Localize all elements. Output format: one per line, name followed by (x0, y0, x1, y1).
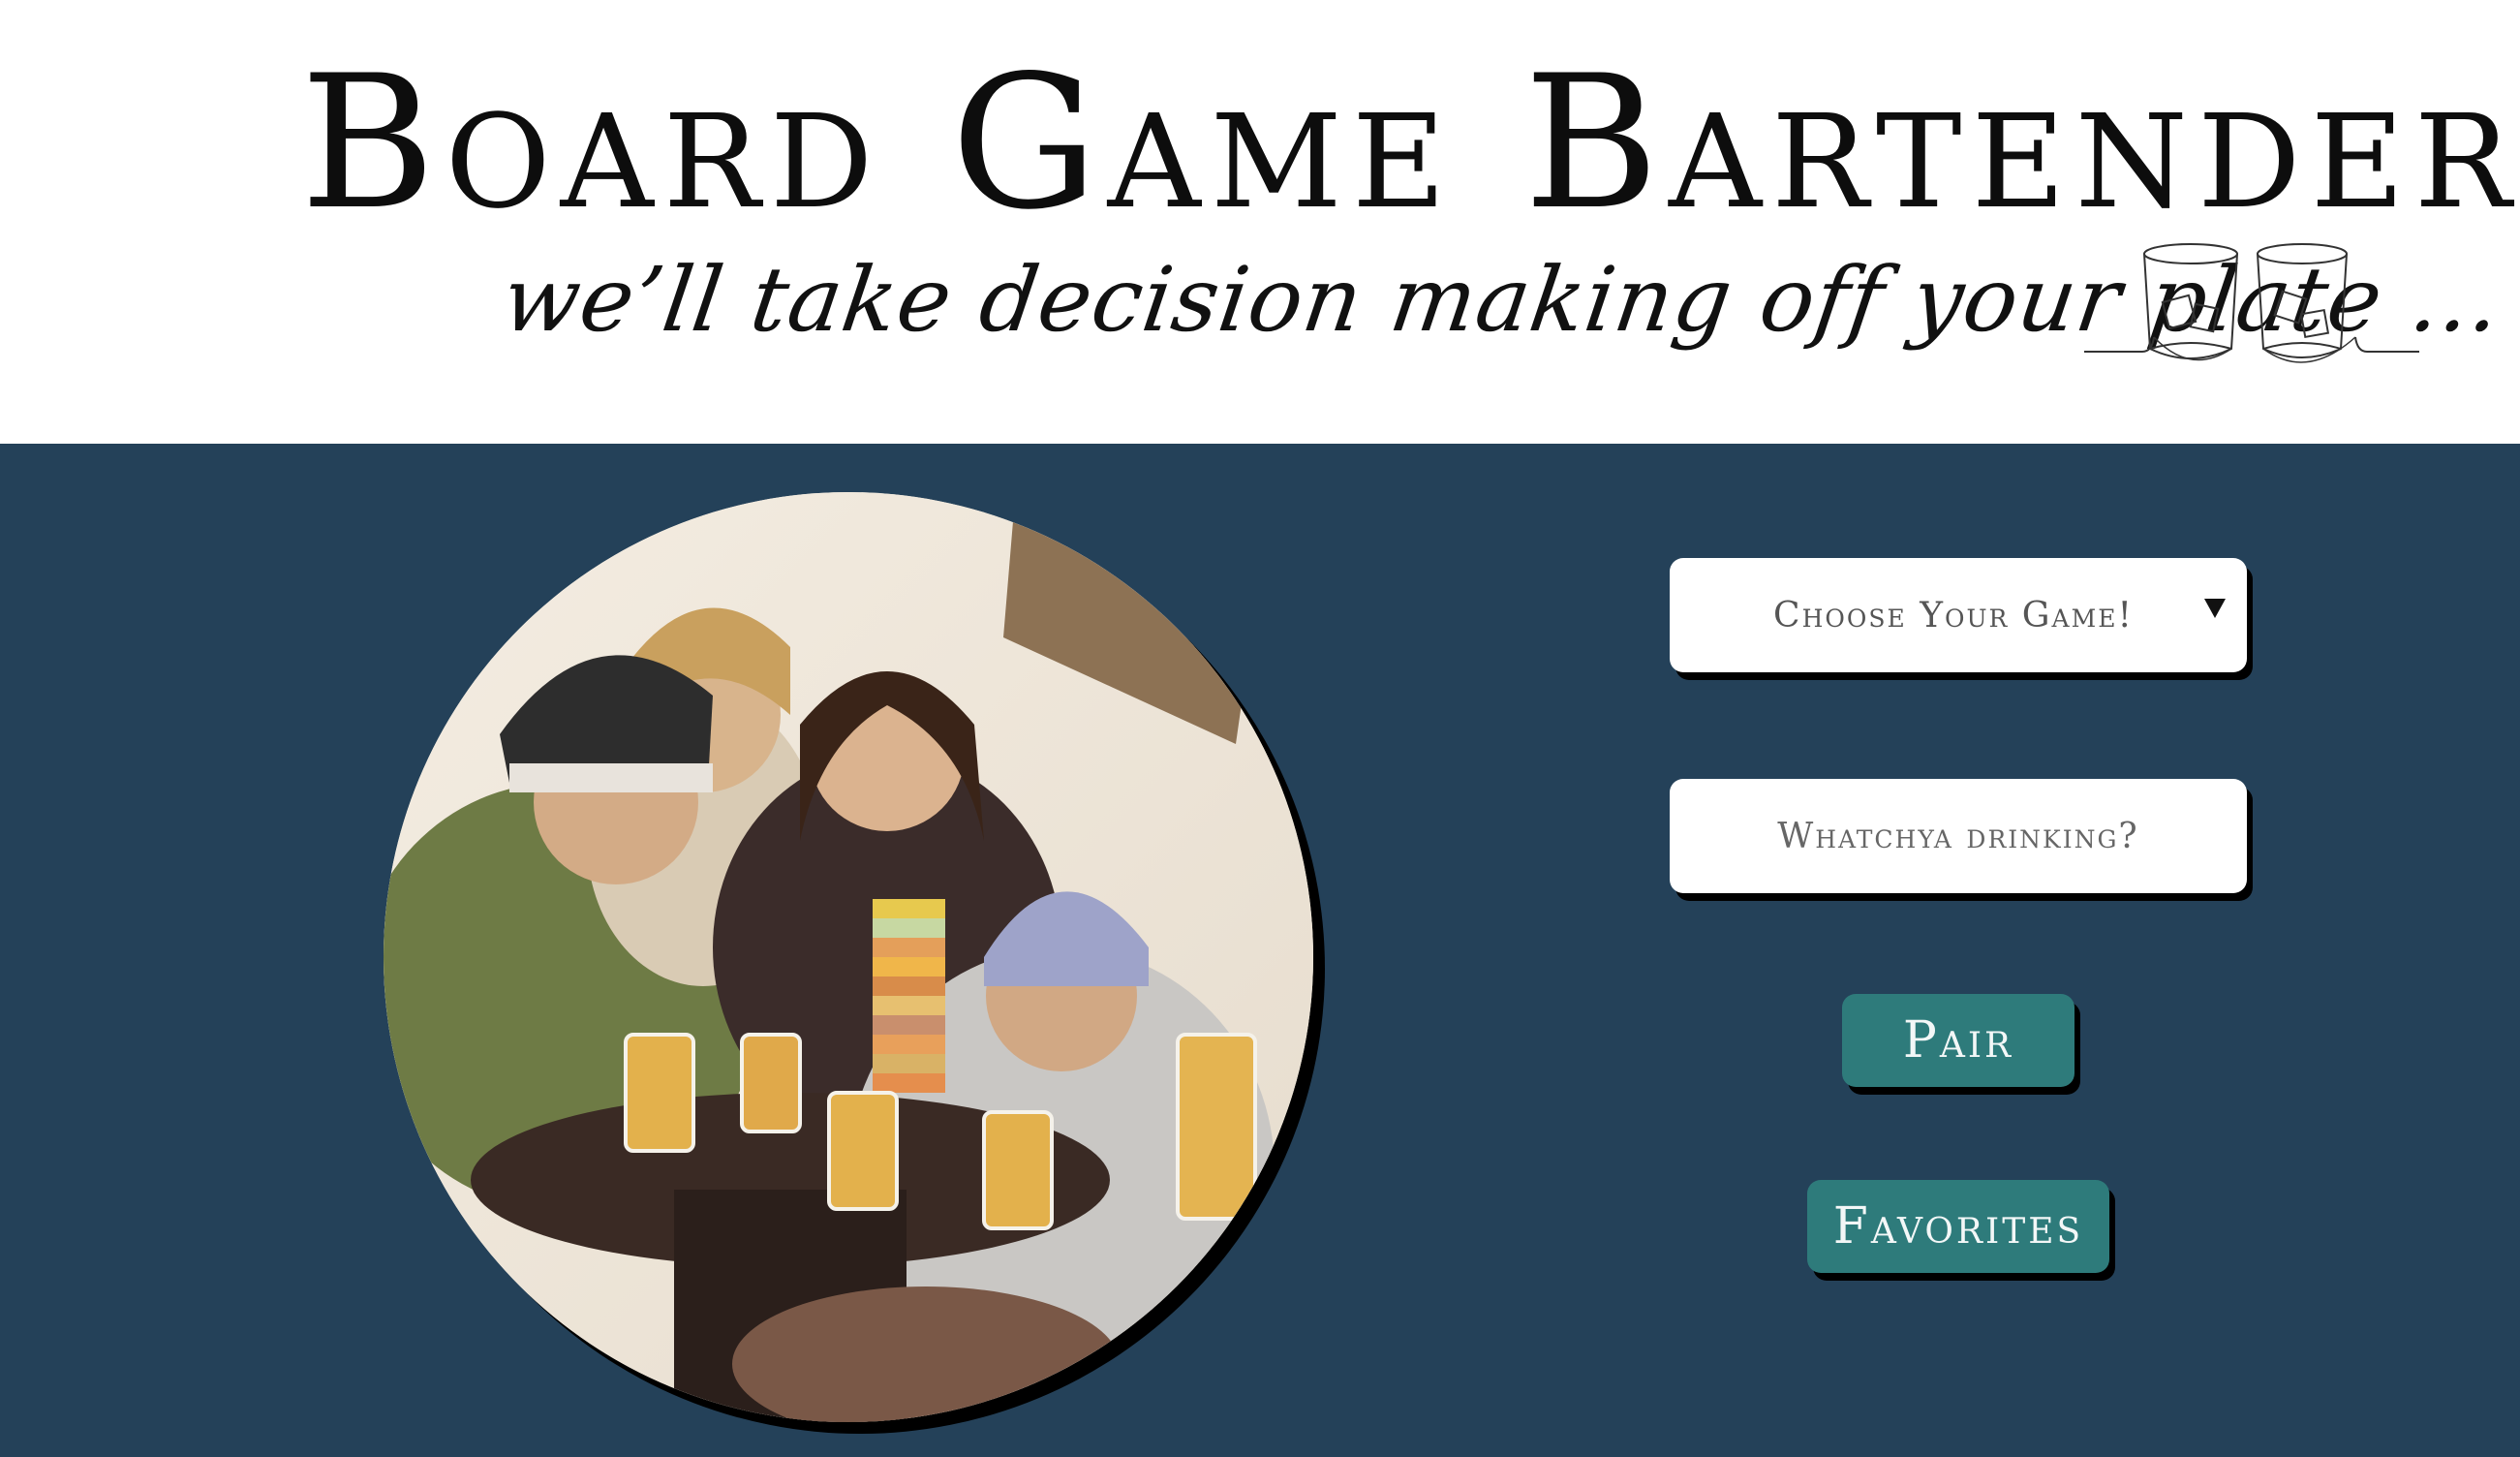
friends-playing-photo (384, 492, 1313, 1422)
chevron-down-icon[interactable] (2204, 599, 2226, 618)
header: Board Game Bartender we’ll take decision… (0, 0, 2520, 444)
friends-playing-illustration (384, 492, 1313, 1422)
game-select-value: Choose Your Game! (1773, 595, 2134, 636)
drink-input[interactable] (1670, 779, 2247, 893)
favorites-button[interactable]: Favorites (1807, 1180, 2109, 1273)
pair-button[interactable]: Pair (1842, 994, 2074, 1087)
whiskey-glasses-icon (2084, 243, 2419, 363)
game-select[interactable]: Choose Your Game! (1670, 558, 2247, 672)
site-title: Board Game Bartender (300, 36, 2520, 250)
